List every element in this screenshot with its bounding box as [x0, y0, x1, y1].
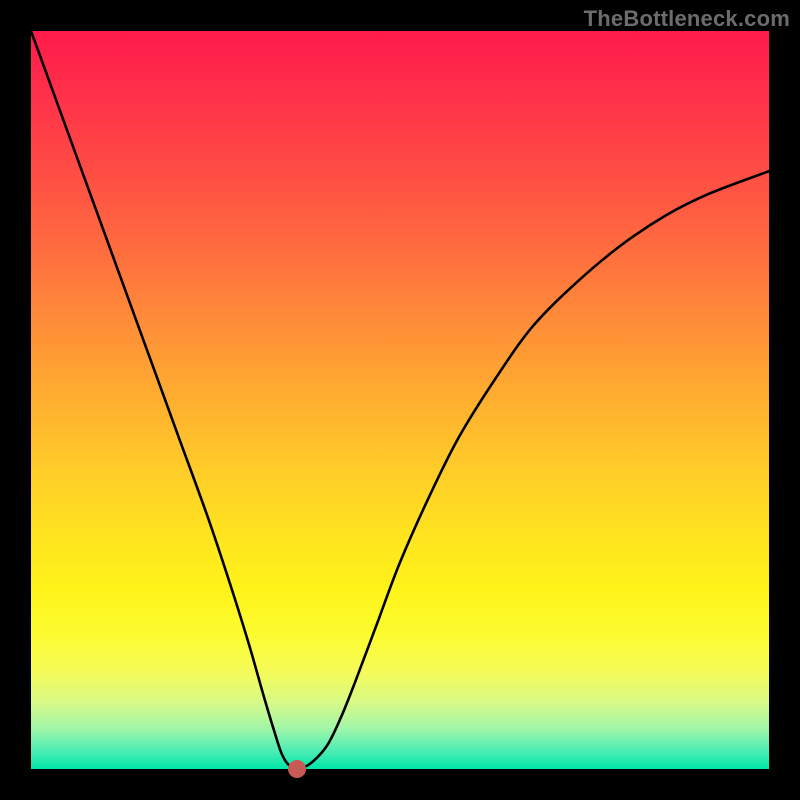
watermark-text: TheBottleneck.com	[584, 6, 790, 32]
plot-area	[31, 31, 769, 769]
curve-svg	[31, 31, 769, 769]
bottleneck-curve	[31, 31, 769, 767]
chart-frame: TheBottleneck.com	[0, 0, 800, 800]
optimum-marker	[288, 760, 306, 778]
